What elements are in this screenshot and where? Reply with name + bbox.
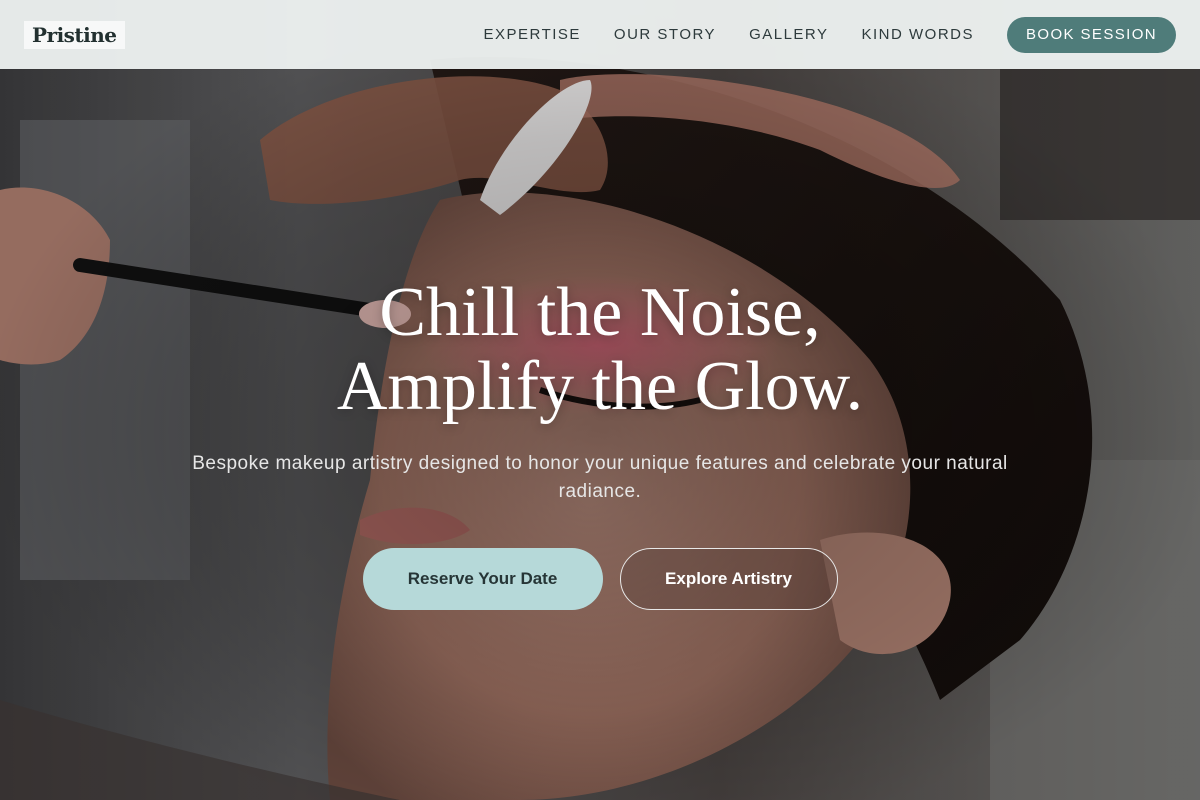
hero-headline: Chill the Noise, Amplify the Glow. (0, 276, 1200, 424)
nav-link-expertise[interactable]: EXPERTISE (484, 26, 581, 43)
nav-link-kind-words[interactable]: KIND WORDS (862, 26, 975, 43)
site-header: Pristine EXPERTISE OUR STORY GALLERY KIN… (0, 0, 1200, 69)
reserve-date-button[interactable]: Reserve Your Date (362, 548, 603, 610)
hero-cta-group: Reserve Your Date Explore Artistry (0, 548, 1200, 610)
hero-headline-line-1: Chill the Noise, (379, 274, 821, 351)
hero-content: Chill the Noise, Amplify the Glow. Bespo… (0, 276, 1200, 610)
main-nav: EXPERTISE OUR STORY GALLERY KIND WORDS B… (451, 16, 1176, 53)
nav-link-our-story[interactable]: OUR STORY (614, 26, 716, 43)
hero-headline-line-2: Amplify the Glow. (336, 348, 864, 425)
nav-link-gallery[interactable]: GALLERY (749, 26, 828, 43)
brand-logo[interactable]: Pristine (24, 20, 125, 49)
book-session-button[interactable]: BOOK SESSION (1007, 16, 1176, 53)
explore-artistry-button[interactable]: Explore Artistry (619, 548, 838, 610)
hero-subtext: Bespoke makeup artistry designed to hono… (192, 453, 1008, 502)
